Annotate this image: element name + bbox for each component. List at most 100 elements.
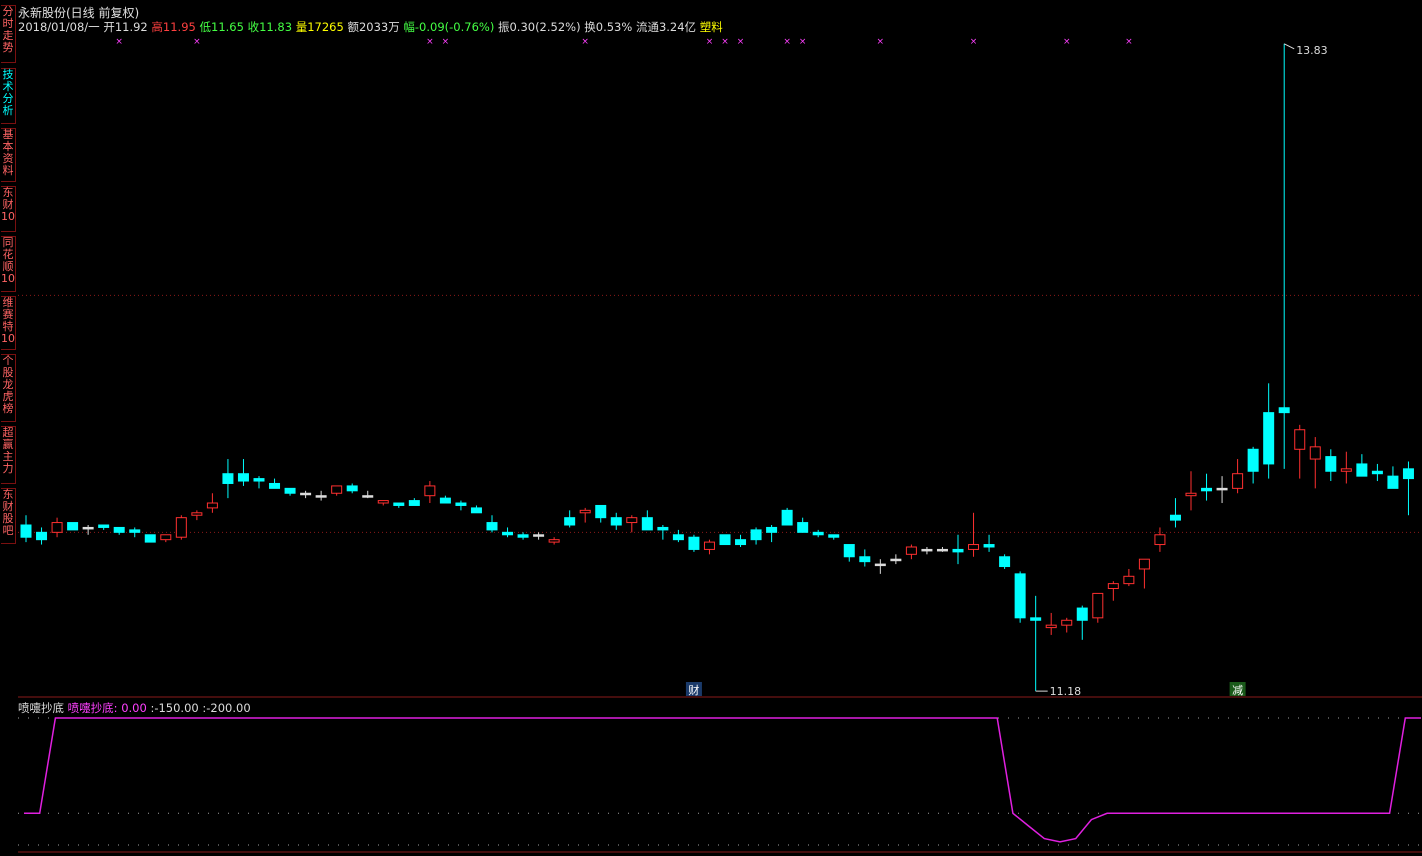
sidebar-tab-label: 同花顺10 (1, 236, 15, 285)
sidebar-tab-label: 分时走势 (2, 5, 14, 54)
candle-body (408, 500, 420, 506)
candle-body (377, 500, 389, 504)
candle-body (1278, 407, 1290, 414)
candle-body (1294, 429, 1306, 450)
candle-body (98, 524, 110, 528)
candle-body (1061, 619, 1073, 626)
candle-body (175, 517, 187, 538)
open-value: 11.92 (114, 20, 148, 34)
signal-marker-2: × (426, 37, 434, 47)
volume-label: 量 (295, 20, 308, 34)
indicator-label-bar: 喷嚏抄底 喷嚏抄底: 0.00 :-150.00 :-200.00 (18, 700, 251, 716)
candle-body (113, 526, 125, 533)
sidebar-tab-label: 维赛特10 (1, 296, 15, 345)
signal-marker-8: × (783, 37, 791, 47)
sidebar-tab-label: 技术分析 (2, 68, 14, 117)
sidebar-tab-3[interactable]: 东财10 (1, 186, 16, 232)
sidebar-tab-8[interactable]: 东财股吧 (1, 488, 16, 544)
signal-marker-10: × (877, 37, 885, 47)
candle-body (1092, 592, 1104, 619)
signal-marker-12: × (1063, 37, 1071, 47)
sidebar-tab-6[interactable]: 个股龙虎榜 (1, 354, 16, 422)
close-value: 11.83 (259, 20, 293, 34)
candle-body (843, 544, 855, 558)
candle-body (564, 517, 576, 526)
candle-body (859, 556, 871, 563)
max-price-label: 13.83 (1296, 44, 1328, 57)
high-value: 11.95 (162, 20, 196, 34)
signal-marker-6: × (721, 37, 729, 47)
amplitude-label: 振 (497, 20, 510, 34)
candle-body (781, 509, 793, 526)
sidebar-tab-label: 东财10 (1, 186, 15, 223)
candle-body (766, 526, 778, 533)
candle-body (828, 534, 840, 538)
close-label: 收 (247, 20, 260, 34)
amount-label: 额 (347, 20, 359, 34)
candle-body (237, 473, 249, 482)
candle-body (750, 529, 762, 541)
candle-body (470, 507, 482, 514)
sidebar-tab-label: 超赢主力 (2, 426, 14, 475)
candle-body (1263, 412, 1275, 465)
candle-body (1138, 558, 1150, 570)
candle-body (812, 531, 824, 536)
candle-body (1309, 446, 1321, 460)
candle-body (1185, 492, 1197, 497)
candle-body (703, 541, 715, 550)
sidebar-tab-1[interactable]: 技术分析 (1, 68, 16, 124)
sidebar-tab-2[interactable]: 基本资料 (1, 128, 16, 182)
candle-body (160, 534, 172, 541)
candle-body (331, 485, 343, 494)
quote-info-bar: 2018/01/08/一 开11.92 高11.95 低11.65 收11.83… (18, 19, 723, 35)
candle-body (999, 556, 1011, 568)
signal-marker-3: × (442, 37, 450, 47)
candle-body (719, 534, 731, 546)
sidebar-tab-4[interactable]: 同花顺10 (1, 236, 16, 292)
sidebar-tab-label: 东财股吧 (2, 488, 14, 537)
sector-label: 塑料 (699, 20, 723, 34)
candle-body (191, 512, 203, 516)
sidebar-tab-label: 个股龙虎榜 (2, 354, 14, 415)
low-label: 低 (199, 20, 212, 34)
candle-body (269, 482, 281, 489)
quote-date: 2018/01/08/一 (18, 20, 100, 34)
amount-value: 2033万 (358, 20, 400, 34)
candle-body (1014, 573, 1026, 619)
candle-body (905, 546, 917, 555)
candle-body (129, 529, 141, 533)
event-marker-label: 财 (688, 683, 699, 697)
candle-body (206, 502, 218, 509)
turnover-label: 换 (584, 20, 596, 34)
candle-body (657, 526, 669, 531)
candle-body (67, 522, 79, 531)
sidebar: 分时走势技术分析基本资料东财10 同花顺10 维赛特10 个股龙虎榜超赢主力东财股吧 (0, 0, 17, 856)
signal-marker-9: × (799, 37, 807, 47)
candle-body (1076, 607, 1088, 621)
sidebar-tab-5[interactable]: 维赛特10 (1, 296, 16, 350)
candle-body (253, 478, 265, 482)
candle-body (1201, 487, 1213, 492)
candle-body (517, 534, 529, 538)
sidebar-tab-7[interactable]: 超赢主力 (1, 426, 16, 484)
candle-body (424, 485, 436, 497)
min-price-label: 11.18 (1050, 685, 1082, 698)
candle-body (548, 539, 560, 543)
candle-body (144, 534, 156, 543)
candle-body (300, 492, 312, 496)
float-label: 流通 (635, 20, 659, 34)
candle-body (439, 497, 451, 504)
candle-body (36, 531, 48, 541)
sidebar-tab-0[interactable]: 分时走势 (1, 5, 16, 63)
candle-body (952, 548, 964, 553)
candle-body (1107, 583, 1119, 590)
candle-body (502, 531, 514, 536)
candle-body (626, 517, 638, 524)
candle-body (486, 522, 498, 531)
candle-body (688, 536, 700, 550)
candle-body (1232, 473, 1244, 489)
candle-body (797, 522, 809, 533)
indicator-series-label: 喷嚏抄底: (67, 701, 118, 715)
candle-body (610, 517, 622, 526)
candle-body (1123, 575, 1135, 585)
